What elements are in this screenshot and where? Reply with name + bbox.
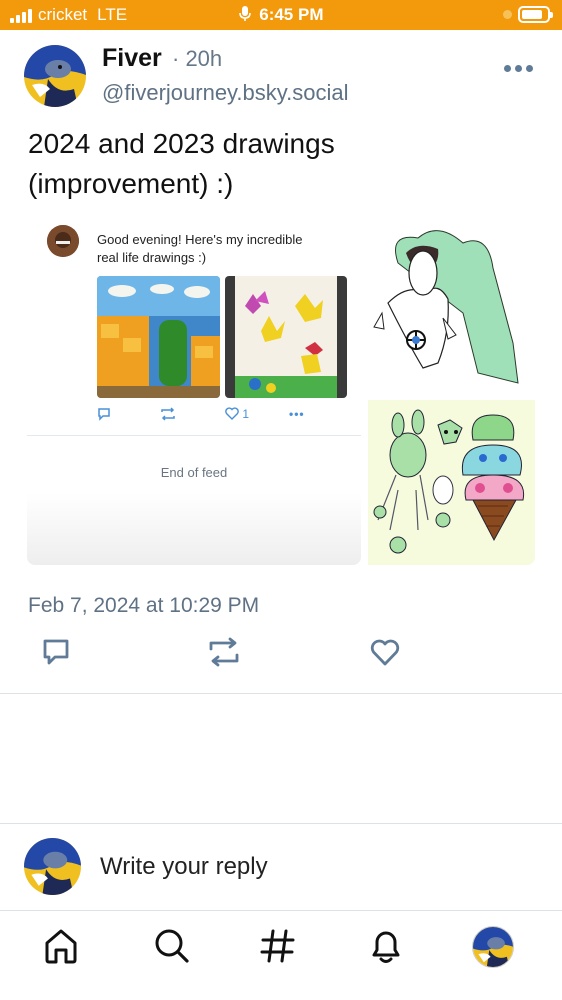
embedded-photo-flowers [225, 276, 347, 398]
tab-profile[interactable] [472, 926, 514, 968]
end-of-feed-label: End of feed [160, 465, 228, 480]
reply-divider-top [0, 823, 562, 824]
embedded-reply-icon [97, 407, 111, 424]
more-options-button[interactable] [504, 60, 534, 76]
embedded-post-text: Good evening! Here's my incredible real … [97, 231, 347, 267]
embedded-more-icon: ••• [289, 407, 305, 421]
reply-avatar [24, 838, 81, 895]
status-right [503, 6, 553, 23]
post-text: 2024 and 2023 drawings (improvement) :) [28, 124, 528, 204]
home-icon [45, 929, 77, 964]
search-icon [155, 929, 189, 963]
dot-indicator-icon [503, 10, 512, 19]
embedded-photo-trees [97, 276, 220, 398]
tab-feeds[interactable] [258, 926, 298, 966]
profile-avatar [473, 927, 513, 967]
post-text-line-2: (improvement) :) [28, 168, 234, 199]
tab-bar-divider [0, 910, 562, 911]
embedded-like: 1 [225, 407, 249, 421]
post-text-line-1: 2024 and 2023 drawings [28, 128, 335, 159]
post-divider [0, 693, 562, 694]
embedded-bottom-fade [27, 493, 361, 565]
tab-search[interactable] [152, 926, 192, 966]
repost-button[interactable] [206, 636, 242, 672]
like-icon [370, 639, 400, 666]
post-image-3[interactable] [368, 400, 535, 565]
battery-icon [518, 6, 553, 23]
embedded-text-line-2: real life drawings :) [97, 250, 207, 265]
author-name[interactable]: Fiver [102, 44, 162, 73]
reply-icon [43, 639, 69, 665]
embedded-avatar [47, 225, 79, 257]
ellipsis-icon [504, 64, 511, 72]
microphone-icon [238, 6, 251, 21]
tab-home[interactable] [42, 926, 82, 966]
author-avatar[interactable] [24, 45, 86, 107]
status-center: 6:45 PM [0, 5, 562, 25]
embedded-divider [27, 435, 361, 436]
reply-button[interactable] [40, 636, 76, 672]
embedded-text-line-1: Good evening! Here's my incredible [97, 232, 303, 247]
status-bar: cricket LTE 6:45 PM [0, 0, 562, 30]
author-handle[interactable]: @fiverjourney.bsky.social [102, 80, 349, 106]
post-time-ago: · 20h [172, 46, 223, 71]
repost-icon [209, 637, 239, 667]
post-thread-screen: cricket LTE 6:45 PM Fiver · 20h @fiverjo… [0, 0, 562, 1000]
post-image-1[interactable]: Good evening! Here's my incredible real … [27, 223, 361, 565]
like-button[interactable] [369, 636, 405, 672]
embedded-repost-icon [159, 407, 177, 424]
notifications-icon [372, 931, 400, 963]
post-timestamp: Feb 7, 2024 at 10:29 PM [28, 594, 260, 617]
embedded-action-row: 1 ••• [97, 407, 317, 427]
hashtag-icon [260, 929, 295, 963]
tab-notifications[interactable] [366, 926, 406, 966]
clock-time: 6:45 PM [259, 5, 324, 24]
reply-input[interactable]: Write your reply [100, 853, 268, 881]
post-image-2[interactable] [368, 223, 535, 394]
embedded-like-count: 1 [242, 407, 250, 421]
